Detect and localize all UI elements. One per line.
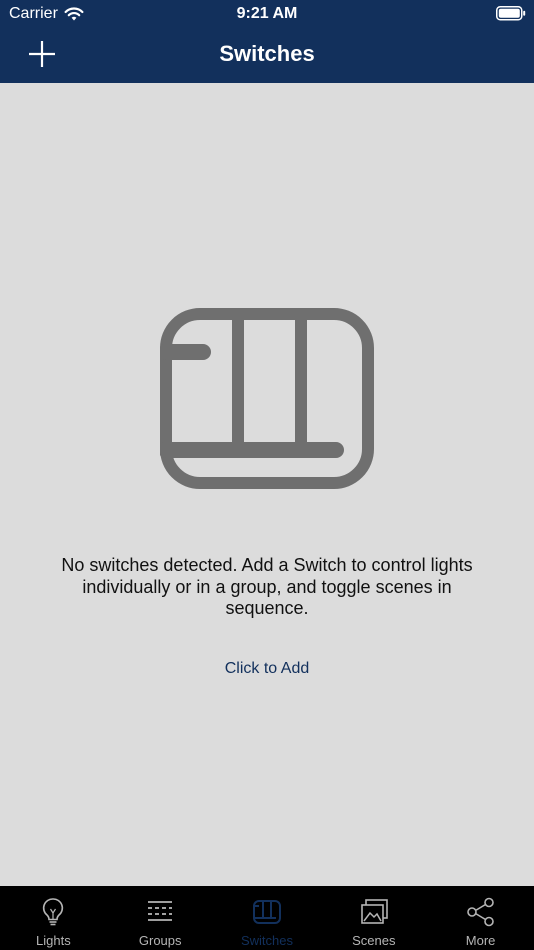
tab-more[interactable]: More	[427, 886, 534, 950]
nav-bar: Switches	[0, 28, 534, 83]
switch-icon	[252, 900, 281, 924]
tab-label-scenes: Scenes	[352, 933, 396, 948]
tab-scenes[interactable]: Scenes	[320, 886, 427, 950]
tab-label-lights: Lights	[36, 933, 71, 948]
tab-lights[interactable]: Lights	[0, 886, 107, 950]
page-title: Switches	[219, 41, 315, 66]
tab-switches[interactable]: Switches	[214, 886, 321, 950]
scenes-icon	[360, 899, 388, 924]
switch-illustration-icon	[160, 308, 374, 489]
main-content: No switches detected. Add a Switch to co…	[0, 83, 534, 886]
bulb-icon	[43, 898, 64, 926]
status-time: 9:21 AM	[236, 5, 298, 22]
groups-icon	[148, 901, 173, 921]
app-header: Carrier 9:21 AM Switches	[0, 0, 534, 83]
tab-label-more: More	[465, 933, 496, 948]
status-bar: Carrier 9:21 AM	[0, 0, 534, 28]
click-to-add-link[interactable]: Click to Add	[0, 660, 534, 678]
share-icon	[466, 897, 494, 927]
tab-label-groups: Groups	[138, 933, 182, 948]
battery-icon	[496, 6, 526, 21]
tab-groups[interactable]: Groups	[107, 886, 214, 950]
empty-state-message: No switches detected. Add a Switch to co…	[61, 555, 473, 618]
tab-label-switches: Switches	[240, 933, 293, 948]
tab-bar: Lights Groups Switches Scenes More	[0, 886, 534, 950]
